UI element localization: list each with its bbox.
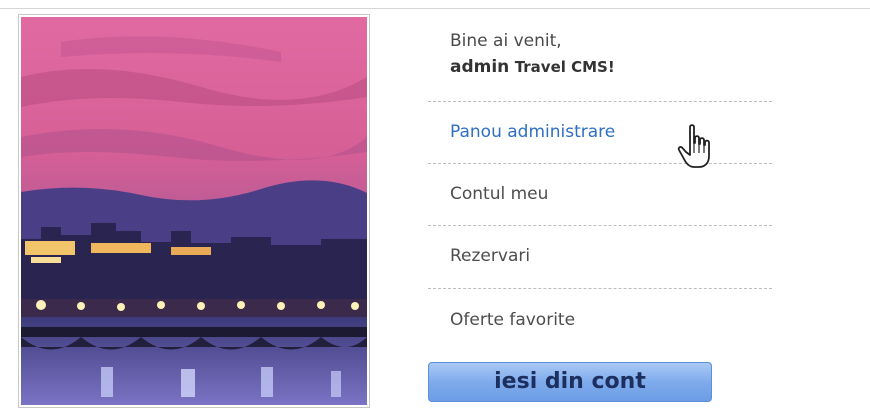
greeting-text: Bine ai venit,	[450, 31, 562, 51]
separator	[428, 225, 772, 226]
welcome-message: Bine ai venit, admin Travel CMS!	[450, 28, 615, 80]
separator	[428, 163, 772, 164]
menu-item-favorite-offers[interactable]: Oferte favorite	[450, 308, 575, 332]
menu-item-admin-panel[interactable]: Panou administrare	[450, 120, 615, 144]
user-line: admin Travel CMS!	[450, 54, 615, 80]
menu-item-my-account[interactable]: Contul meu	[450, 182, 548, 206]
menu-item-reservations[interactable]: Rezervari	[450, 244, 530, 268]
separator	[428, 101, 772, 102]
city-night-photo	[18, 14, 370, 408]
separator	[428, 288, 772, 289]
bridge-river-image	[21, 17, 367, 405]
logout-button[interactable]: iesi din cont	[428, 362, 712, 402]
hand-pointer-icon	[677, 124, 710, 168]
site-name-label: Travel CMS!	[514, 58, 615, 76]
top-divider	[0, 8, 870, 9]
username-label: admin	[450, 57, 510, 77]
